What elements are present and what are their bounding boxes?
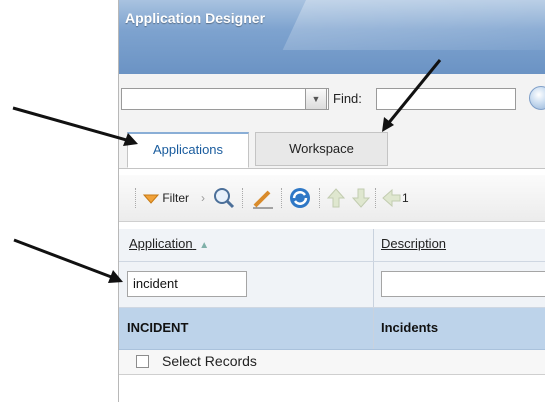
annotation-arrow-workspace xyxy=(382,59,442,132)
annotation-arrow-filter xyxy=(13,238,123,283)
annotation-arrow-tabs xyxy=(12,106,138,146)
annotation-arrows xyxy=(12,59,442,283)
